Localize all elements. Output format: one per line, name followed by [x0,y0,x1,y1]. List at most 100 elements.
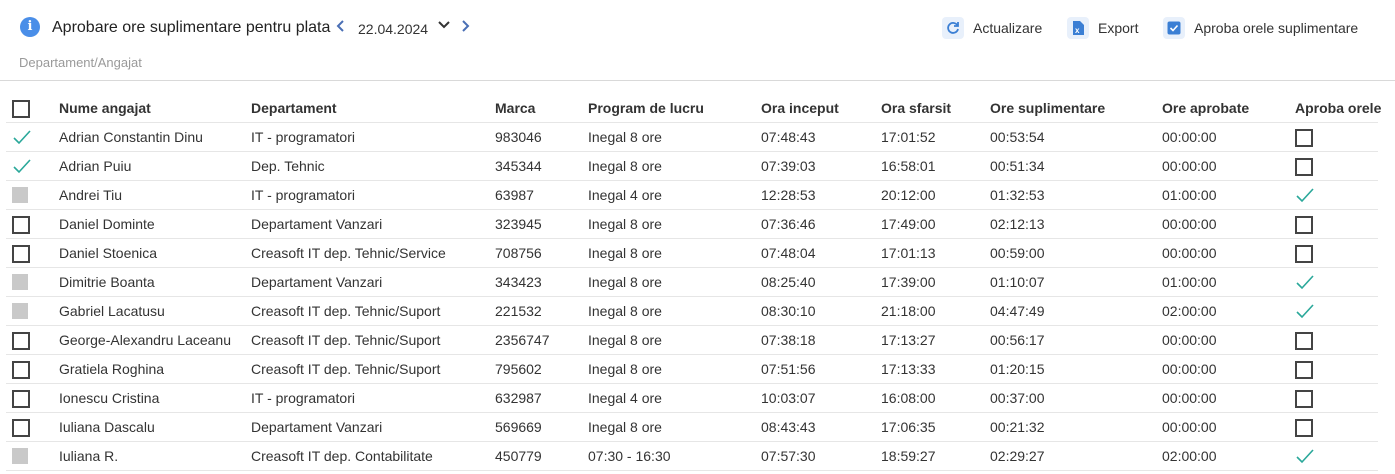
row-select-checkbox[interactable] [12,245,30,263]
chevron-right-icon [462,20,470,32]
approved-hours: 00:00:00 [1162,129,1217,145]
end-time: 17:13:27 [881,332,936,348]
overtime-table: Nume angajat Departament Marca Program d… [0,94,1395,471]
table-row[interactable]: George-Alexandru Laceanu Creasoft IT dep.… [6,326,1378,355]
refresh-button[interactable]: Actualizare [942,17,1042,39]
work-schedule: Inegal 4 ore [588,187,662,203]
column-header-marca[interactable]: Marca [495,94,535,122]
export-button[interactable]: x Export [1067,17,1138,39]
department: Dep. Tehnic [251,158,325,174]
approved-hours: 02:00:00 [1162,303,1217,319]
employee-name: Daniel Stoenica [59,245,158,261]
table-row[interactable]: Daniel Dominte Departament Vanzari 323945 I… [6,210,1378,239]
work-schedule: Inegal 8 ore [588,274,662,290]
approved-hours: 00:00:00 [1162,361,1217,377]
date-value[interactable]: 22.04.2024 [358,21,428,37]
marca: 983046 [495,129,542,145]
table-row[interactable]: Adrian Constantin Dinu IT - programatori 9… [6,123,1378,152]
approve-checkbox[interactable] [1295,158,1313,176]
overtime-hours: 04:47:49 [990,303,1045,319]
approve-checkbox[interactable] [1295,332,1313,350]
approve-checkbox[interactable] [1295,390,1313,408]
start-time: 12:28:53 [761,187,816,203]
employee-name: Gabriel Lacatusu [59,303,165,319]
approve-checkbox[interactable] [1295,216,1313,234]
department: IT - programatori [251,390,355,406]
end-time: 21:18:00 [881,303,936,319]
department: Creasoft IT dep. Tehnic/Suport [251,332,441,348]
table-row[interactable]: Iuliana R. Creasoft IT dep. Contabilitate… [6,442,1378,471]
table-row[interactable]: Daniel Stoenica Creasoft IT dep. Tehnic/S… [6,239,1378,268]
column-header-schedule[interactable]: Program de lucru [588,94,704,122]
approved-hours: 00:00:00 [1162,158,1217,174]
table-row[interactable]: Adrian Puiu Dep. Tehnic 345344 Inegal 8 ore… [6,152,1378,181]
end-time: 16:58:01 [881,158,936,174]
row-select-checkbox[interactable] [12,419,30,437]
marca: 708756 [495,245,542,261]
work-schedule: Inegal 8 ore [588,419,662,435]
row-select-checkbox[interactable] [12,361,30,379]
end-time: 17:01:13 [881,245,936,261]
table-row[interactable]: Andrei Tiu IT - programatori 63987 Inegal 4… [6,181,1378,210]
approve-checkbox[interactable] [1295,419,1313,437]
work-schedule: 07:30 - 16:30 [588,448,671,464]
next-date-button[interactable] [460,19,470,38]
approve-overtime-label: Aproba orele suplimentare [1194,20,1359,36]
start-time: 07:48:43 [761,129,816,145]
toolbar: i Aprobare ore suplimentare pentru plata… [0,0,1395,70]
approve-checkbox[interactable] [1295,129,1313,147]
work-schedule: Inegal 8 ore [588,361,662,377]
approve-check-icon[interactable] [1295,301,1315,319]
department: Departament Vanzari [251,216,383,232]
row-select-checkbox[interactable] [12,216,30,234]
approve-checkbox[interactable] [1295,361,1313,379]
department: Creasoft IT dep. Tehnic/Service [251,245,446,261]
table-row[interactable]: Dimitrie Boanta Departament Vanzari 343423… [6,268,1378,297]
overtime-hours: 01:10:07 [990,274,1045,290]
marca: 63987 [495,187,534,203]
column-header-end-time[interactable]: Ora sfarsit [881,94,951,122]
approve-overtime-button[interactable]: Aproba orele suplimentare [1163,17,1358,39]
marca: 2356747 [495,332,550,348]
end-time: 17:49:00 [881,216,936,232]
previous-date-button[interactable] [336,19,346,38]
table-row[interactable]: Gratiela Roghina Creasoft IT dep. Tehnic/… [6,355,1378,384]
employee-name: George-Alexandru Laceanu [59,332,232,348]
row-select-checkbox[interactable] [12,332,30,350]
start-time: 10:03:07 [761,390,816,406]
row-select-disabled-checkbox [12,274,28,290]
start-time: 07:51:56 [761,361,816,377]
start-time: 07:38:18 [761,332,816,348]
approve-check-icon[interactable] [1295,272,1315,290]
column-header-department[interactable]: Departament [251,94,337,122]
row-select-checkbox[interactable] [12,390,30,408]
row-selected-check-icon[interactable] [12,127,32,145]
start-time: 08:30:10 [761,303,816,319]
excel-export-icon: x [1067,17,1089,39]
approve-checkbox[interactable] [1295,245,1313,263]
table-row[interactable]: Iuliana Dascalu Departament Vanzari 569669… [6,413,1378,442]
end-time: 20:12:00 [881,187,936,203]
marca: 323945 [495,216,542,232]
row-selected-check-icon[interactable] [12,156,32,174]
info-icon[interactable]: i [20,17,40,37]
approve-check-icon[interactable] [1295,185,1315,203]
table-row[interactable]: Gabriel Lacatusu Creasoft IT dep. Tehnic/… [6,297,1378,326]
marca: 450779 [495,448,542,464]
column-header-approved-hours[interactable]: Ore aprobate [1162,94,1249,122]
column-header-name[interactable]: Nume angajat [59,94,151,122]
table-row[interactable]: Ionescu Cristina IT - programatori 632987 I… [6,384,1378,413]
work-schedule: Inegal 8 ore [588,129,662,145]
approve-check-icon[interactable] [1295,446,1315,464]
column-header-overtime[interactable]: Ore suplimentare [990,94,1105,122]
date-dropdown-button[interactable] [437,18,451,37]
row-select-disabled-checkbox [12,448,28,464]
column-header-approve[interactable]: Aproba orele [1295,94,1381,122]
end-time: 17:01:52 [881,129,936,145]
employee-name: Daniel Dominte [59,216,155,232]
approved-hours: 00:00:00 [1162,245,1217,261]
row-select-disabled-checkbox [12,187,28,203]
overtime-hours: 01:20:15 [990,361,1045,377]
employee-name: Ionescu Cristina [59,390,160,406]
column-header-start-time[interactable]: Ora inceput [761,94,839,122]
